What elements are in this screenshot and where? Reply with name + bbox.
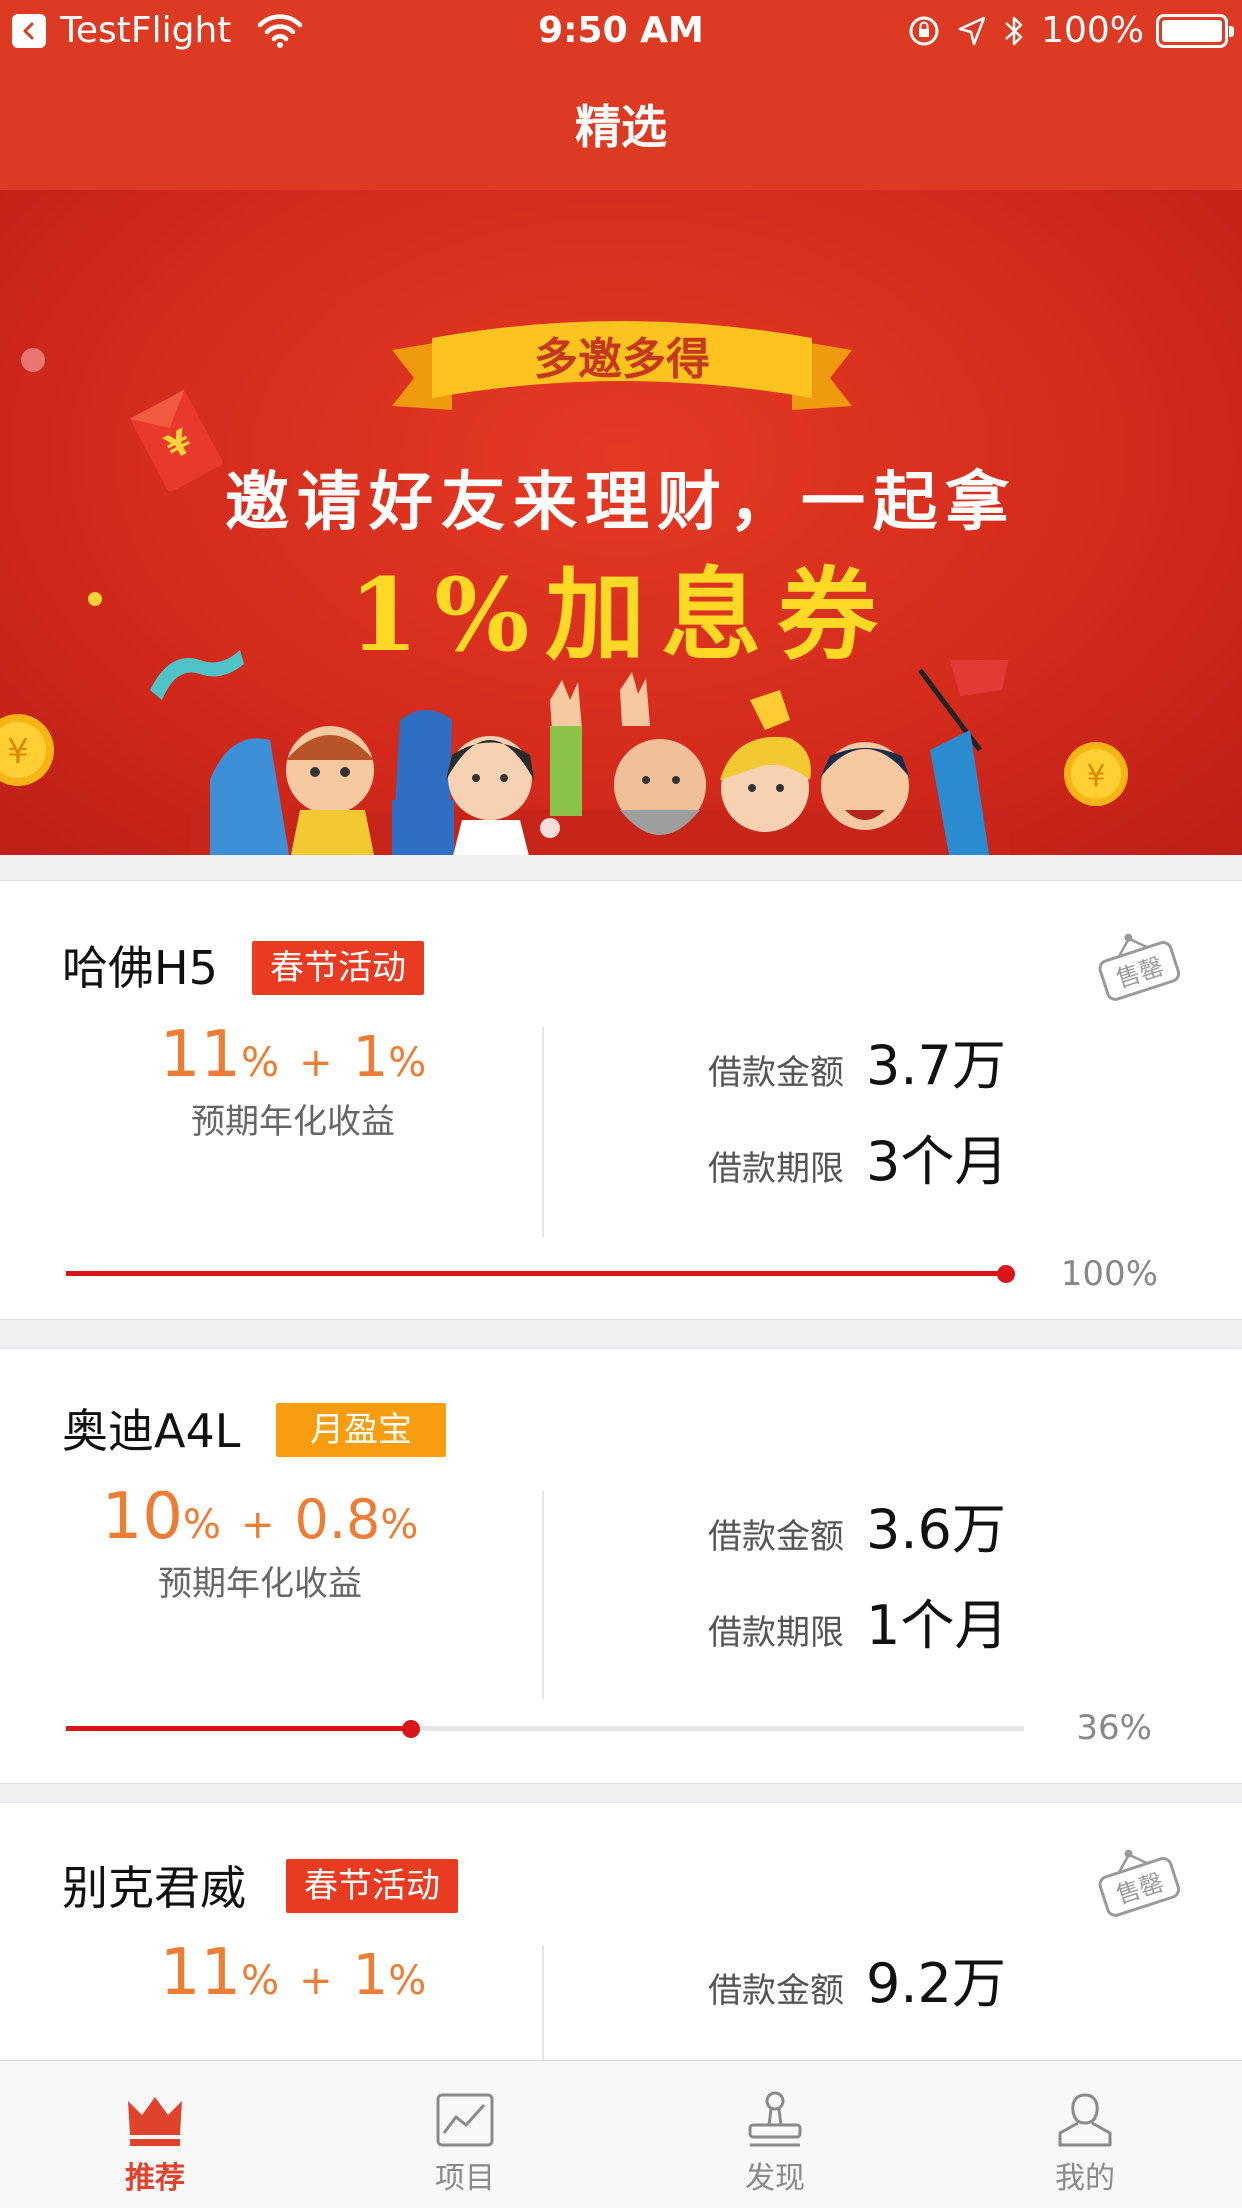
promo-banner[interactable]: ¥ ¥ ¥ ¥ 多邀多得 邀请好友来理财，一起拿 1%加息券: [0, 190, 1242, 855]
svg-text:¥: ¥: [1086, 759, 1105, 794]
product-tag: 春节活动: [286, 1859, 458, 1913]
status-bar: TestFlight 9:50 AM 100%: [0, 0, 1242, 62]
annual-rate: 11% +1%: [159, 1936, 427, 2010]
progress-bar: [66, 1265, 1015, 1283]
svg-text:售罄: 售罄: [1113, 1868, 1167, 1909]
svg-text:¥: ¥: [7, 732, 29, 772]
annual-rate-label: 预期年化收益: [158, 1564, 362, 1604]
tab-recommend[interactable]: 推荐: [0, 2061, 310, 2208]
product-card[interactable]: 哈佛H5 春节活动 售罄 11% +1% 预期年化收益 借款金额 3.7万 借款期…: [0, 880, 1242, 1320]
product-card[interactable]: 别克君威 春节活动 售罄 11% +1% 借款金额 9.2万: [0, 1802, 1242, 2105]
battery-icon: [1156, 14, 1234, 48]
dot-decoration: [21, 348, 45, 372]
bluetooth-icon: [1005, 16, 1023, 46]
location-icon: [958, 16, 986, 46]
loan-term-row: 借款期限 1个月: [708, 1594, 1009, 1657]
coin-icon: ¥: [1064, 742, 1128, 806]
page-title: 精选: [575, 100, 667, 154]
product-tag: 月盈宝: [276, 1403, 446, 1457]
tab-mine[interactable]: 我的: [930, 2061, 1240, 2208]
cheering-crowd-illustration: [190, 660, 1010, 855]
stamp-icon: [748, 2091, 802, 2147]
tab-bar: 推荐 项目 发现 我的: [0, 2060, 1242, 2208]
status-right: 100%: [907, 10, 1234, 52]
progress-dot: [401, 1720, 420, 1738]
progress-bar: [66, 1720, 1024, 1738]
tab-discover[interactable]: 发现: [620, 2061, 930, 2208]
user-icon: [1058, 2093, 1112, 2147]
banner-ribbon-text: 多邀多得: [534, 334, 710, 385]
svg-text:售罄: 售罄: [1113, 952, 1167, 993]
product-card[interactable]: 奥迪A4L 月盈宝 10% +0.8% 预期年化收益 借款金额 3.6万 借款期限…: [0, 1348, 1242, 1784]
loan-amount-row: 借款金额 3.7万: [708, 1034, 1006, 1097]
product-name: 奥迪A4L: [62, 1404, 241, 1458]
annual-rate-label: 预期年化收益: [191, 1102, 395, 1142]
divider: [542, 1027, 544, 1237]
loan-amount-row: 借款金额 9.2万: [708, 1952, 1006, 2015]
sold-out-stamp-icon: 售罄: [1098, 933, 1181, 1001]
progress-percent: 100%: [1060, 1254, 1158, 1294]
divider: [542, 1491, 544, 1699]
crown-icon: [128, 2097, 182, 2146]
rotation-lock-icon: [909, 16, 939, 46]
coin-icon: ¥: [0, 714, 54, 786]
progress-dot: [997, 1265, 1015, 1283]
loan-amount-row: 借款金额 3.6万: [708, 1498, 1006, 1561]
battery-percent: 100%: [1041, 10, 1144, 51]
banner-headline: 邀请好友来理财，一起拿: [225, 465, 1017, 540]
product-name: 哈佛H5: [62, 941, 218, 995]
chart-icon: [436, 2093, 494, 2147]
app-header: TestFlight 9:50 AM 100% 精选: [0, 0, 1242, 190]
loan-term-row: 借款期限 3个月: [708, 1130, 1009, 1193]
progress-percent: 36%: [1076, 1708, 1152, 1748]
tab-projects[interactable]: 项目: [310, 2061, 620, 2208]
sold-out-stamp-icon: 售罄: [1098, 1849, 1181, 1917]
carousel-page-dot[interactable]: [540, 818, 560, 838]
product-name: 别克君威: [62, 1861, 246, 1915]
product-tag: 春节活动: [252, 941, 424, 995]
